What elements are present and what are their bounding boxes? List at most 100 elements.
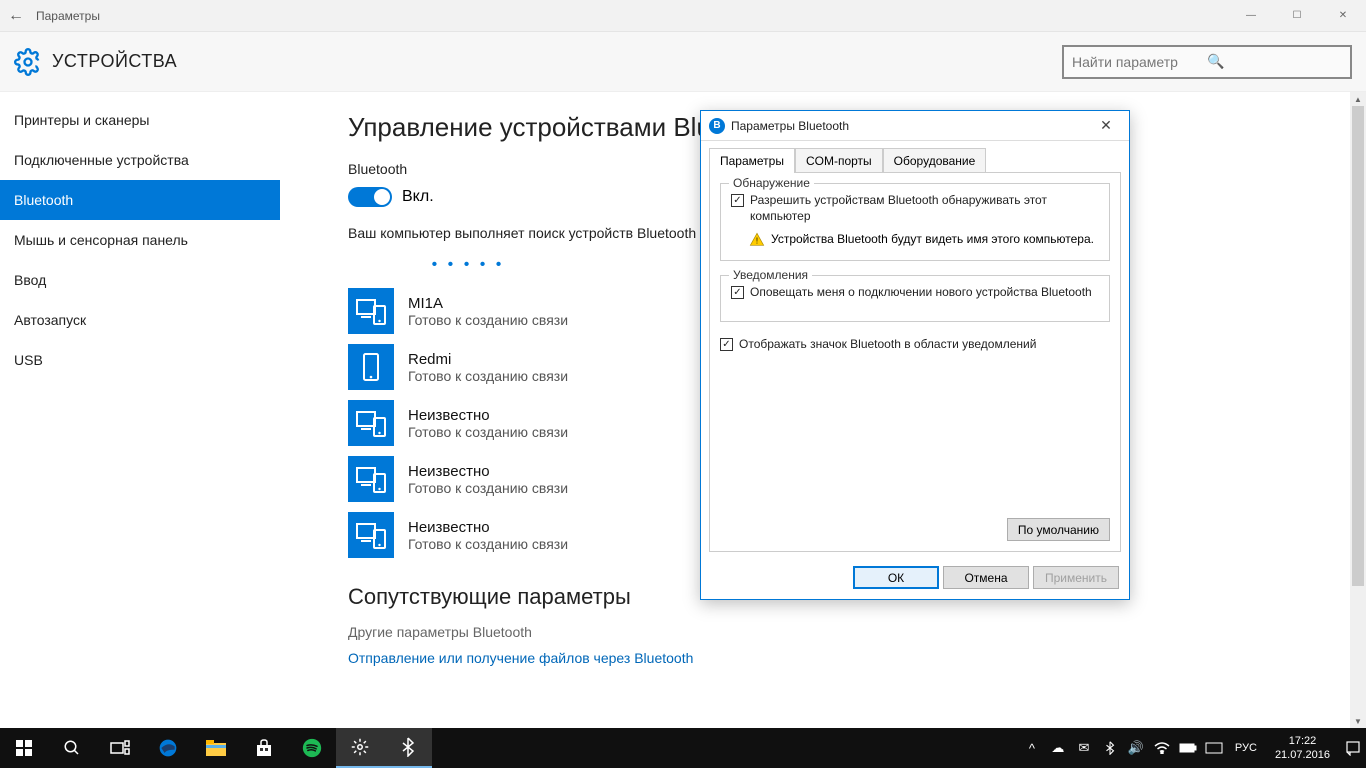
discovery-warning: ! Устройства Bluetooth будут видеть имя … bbox=[731, 232, 1099, 248]
back-button[interactable]: ← bbox=[0, 7, 32, 25]
search-button[interactable] bbox=[48, 728, 96, 768]
related-link-sendreceive[interactable]: Отправление или получение файлов через B… bbox=[348, 650, 1296, 666]
notify-new-device-checkbox[interactable]: ✓ Оповещать меня о подключении нового ус… bbox=[731, 284, 1099, 300]
bluetooth-settings-dialog: B Параметры Bluetooth ✕ Параметры COM-по… bbox=[700, 110, 1130, 600]
tray-chevron-icon[interactable]: ^ bbox=[1019, 728, 1045, 768]
checkbox-icon: ✓ bbox=[731, 286, 744, 299]
page-title: УСТРОЙСТВА bbox=[52, 51, 1062, 72]
maximize-button[interactable]: ☐ bbox=[1274, 0, 1320, 32]
edge-button[interactable] bbox=[144, 728, 192, 768]
bluetooth-icon: B bbox=[709, 118, 725, 134]
sidebar-item-autoplay[interactable]: Автозапуск bbox=[0, 300, 280, 340]
sidebar-item-input[interactable]: Ввод bbox=[0, 260, 280, 300]
dialog-tabpanel: Обнаружение ✓ Разрешить устройствам Blue… bbox=[709, 172, 1121, 552]
system-tray: ^ ☁ ✉ 🔊 РУС 17:22 21.07.2016 bbox=[1019, 728, 1366, 768]
search-input[interactable]: Найти параметр 🔍 bbox=[1062, 45, 1352, 79]
discovery-legend: Обнаружение bbox=[729, 176, 814, 190]
clock-time: 17:22 bbox=[1275, 734, 1330, 748]
start-button[interactable] bbox=[0, 728, 48, 768]
sidebar-item-mouse[interactable]: Мышь и сенсорная панель bbox=[0, 220, 280, 260]
checkbox-icon: ✓ bbox=[720, 338, 733, 351]
allow-discovery-label: Разрешить устройствам Bluetooth обнаружи… bbox=[750, 192, 1099, 224]
device-text: RedmiГотово к созданию связи bbox=[408, 351, 568, 384]
window-title: Параметры bbox=[32, 9, 1228, 23]
taskview-button[interactable] bbox=[96, 728, 144, 768]
bluetooth-taskbar-button[interactable] bbox=[384, 728, 432, 768]
tray-language[interactable]: РУС bbox=[1227, 742, 1265, 754]
clock-date: 21.07.2016 bbox=[1275, 748, 1330, 762]
tray-notifications-icon[interactable] bbox=[1340, 728, 1366, 768]
tray-battery-icon[interactable] bbox=[1175, 728, 1201, 768]
device-status: Готово к созданию связи bbox=[408, 368, 568, 384]
tray-message-icon[interactable]: ✉ bbox=[1071, 728, 1097, 768]
device-name: Неизвестно bbox=[408, 519, 568, 536]
device-text: НеизвестноГотово к созданию связи bbox=[408, 463, 568, 496]
taskbar: ^ ☁ ✉ 🔊 РУС 17:22 21.07.2016 bbox=[0, 728, 1366, 768]
dialog-title: Параметры Bluetooth bbox=[731, 119, 1091, 133]
close-button[interactable]: ✕ bbox=[1320, 0, 1366, 32]
cancel-button[interactable]: Отмена bbox=[943, 566, 1029, 589]
device-icon bbox=[348, 456, 394, 502]
scroll-thumb[interactable] bbox=[1352, 106, 1364, 586]
tray-wifi-icon[interactable] bbox=[1149, 728, 1175, 768]
device-text: MI1AГотово к созданию связи bbox=[408, 295, 568, 328]
toggle-state: Вкл. bbox=[402, 188, 434, 206]
minimize-button[interactable]: — bbox=[1228, 0, 1274, 32]
tab-hardware[interactable]: Оборудование bbox=[883, 148, 987, 173]
tray-clock[interactable]: 17:22 21.07.2016 bbox=[1265, 734, 1340, 763]
scrollbar[interactable]: ▲ ▼ bbox=[1350, 92, 1366, 728]
sidebar-item-bluetooth[interactable]: Bluetooth bbox=[0, 180, 280, 220]
search-placeholder: Найти параметр bbox=[1072, 54, 1207, 70]
device-name: Неизвестно bbox=[408, 463, 568, 480]
tray-keyboard-icon[interactable] bbox=[1201, 728, 1227, 768]
tray-volume-icon[interactable]: 🔊 bbox=[1123, 728, 1149, 768]
ok-button[interactable]: ОК bbox=[853, 566, 939, 589]
checkbox-icon: ✓ bbox=[731, 194, 744, 207]
device-icon bbox=[348, 512, 394, 558]
toggle-switch[interactable] bbox=[348, 187, 392, 207]
warning-icon: ! bbox=[749, 232, 765, 248]
body: Принтеры и сканеры Подключенные устройст… bbox=[0, 92, 1366, 728]
device-status: Готово к созданию связи bbox=[408, 312, 568, 328]
tray-bluetooth-icon[interactable] bbox=[1097, 728, 1123, 768]
device-icon bbox=[348, 400, 394, 446]
settings-taskbar-button[interactable] bbox=[336, 728, 384, 768]
tab-comports[interactable]: COM-порты bbox=[795, 148, 883, 173]
dialog-tabs: Параметры COM-порты Оборудование bbox=[701, 141, 1129, 172]
sidebar-item-printers[interactable]: Принтеры и сканеры bbox=[0, 100, 280, 140]
show-tray-label: Отображать значок Bluetooth в области ув… bbox=[739, 336, 1036, 352]
device-text: НеизвестноГотово к созданию связи bbox=[408, 519, 568, 552]
sidebar: Принтеры и сканеры Подключенные устройст… bbox=[0, 92, 280, 728]
scroll-up-arrow[interactable]: ▲ bbox=[1350, 92, 1366, 106]
device-icon bbox=[348, 288, 394, 334]
show-tray-icon-checkbox[interactable]: ✓ Отображать значок Bluetooth в области … bbox=[720, 336, 1110, 352]
device-name: MI1A bbox=[408, 295, 568, 312]
notify-label: Оповещать меня о подключении нового устр… bbox=[750, 284, 1092, 300]
discovery-fieldset: Обнаружение ✓ Разрешить устройствам Blue… bbox=[720, 183, 1110, 261]
defaults-button[interactable]: По умолчанию bbox=[1007, 518, 1110, 541]
apply-button[interactable]: Применить bbox=[1033, 566, 1119, 589]
tray-onedrive-icon[interactable]: ☁ bbox=[1045, 728, 1071, 768]
scroll-down-arrow[interactable]: ▼ bbox=[1350, 714, 1366, 728]
allow-discovery-checkbox[interactable]: ✓ Разрешить устройствам Bluetooth обнару… bbox=[731, 192, 1099, 224]
sidebar-item-connected[interactable]: Подключенные устройства bbox=[0, 140, 280, 180]
store-button[interactable] bbox=[240, 728, 288, 768]
dialog-titlebar: B Параметры Bluetooth ✕ bbox=[701, 111, 1129, 141]
related-link-more[interactable]: Другие параметры Bluetooth bbox=[348, 624, 1296, 640]
sidebar-item-usb[interactable]: USB bbox=[0, 340, 280, 380]
header: УСТРОЙСТВА Найти параметр 🔍 bbox=[0, 32, 1366, 92]
device-status: Готово к созданию связи bbox=[408, 424, 568, 440]
dialog-buttons: ОК Отмена Применить bbox=[701, 560, 1129, 599]
tab-parameters[interactable]: Параметры bbox=[709, 148, 795, 173]
device-status: Готово к созданию связи bbox=[408, 480, 568, 496]
device-text: НеизвестноГотово к созданию связи bbox=[408, 407, 568, 440]
dialog-close-button[interactable]: ✕ bbox=[1091, 117, 1121, 134]
spotify-button[interactable] bbox=[288, 728, 336, 768]
search-icon: 🔍 bbox=[1207, 53, 1342, 70]
device-name: Неизвестно bbox=[408, 407, 568, 424]
device-name: Redmi bbox=[408, 351, 568, 368]
gear-icon bbox=[14, 48, 42, 76]
explorer-button[interactable] bbox=[192, 728, 240, 768]
searching-indicator: • • • • • bbox=[348, 256, 588, 274]
warning-text: Устройства Bluetooth будут видеть имя эт… bbox=[771, 232, 1094, 246]
